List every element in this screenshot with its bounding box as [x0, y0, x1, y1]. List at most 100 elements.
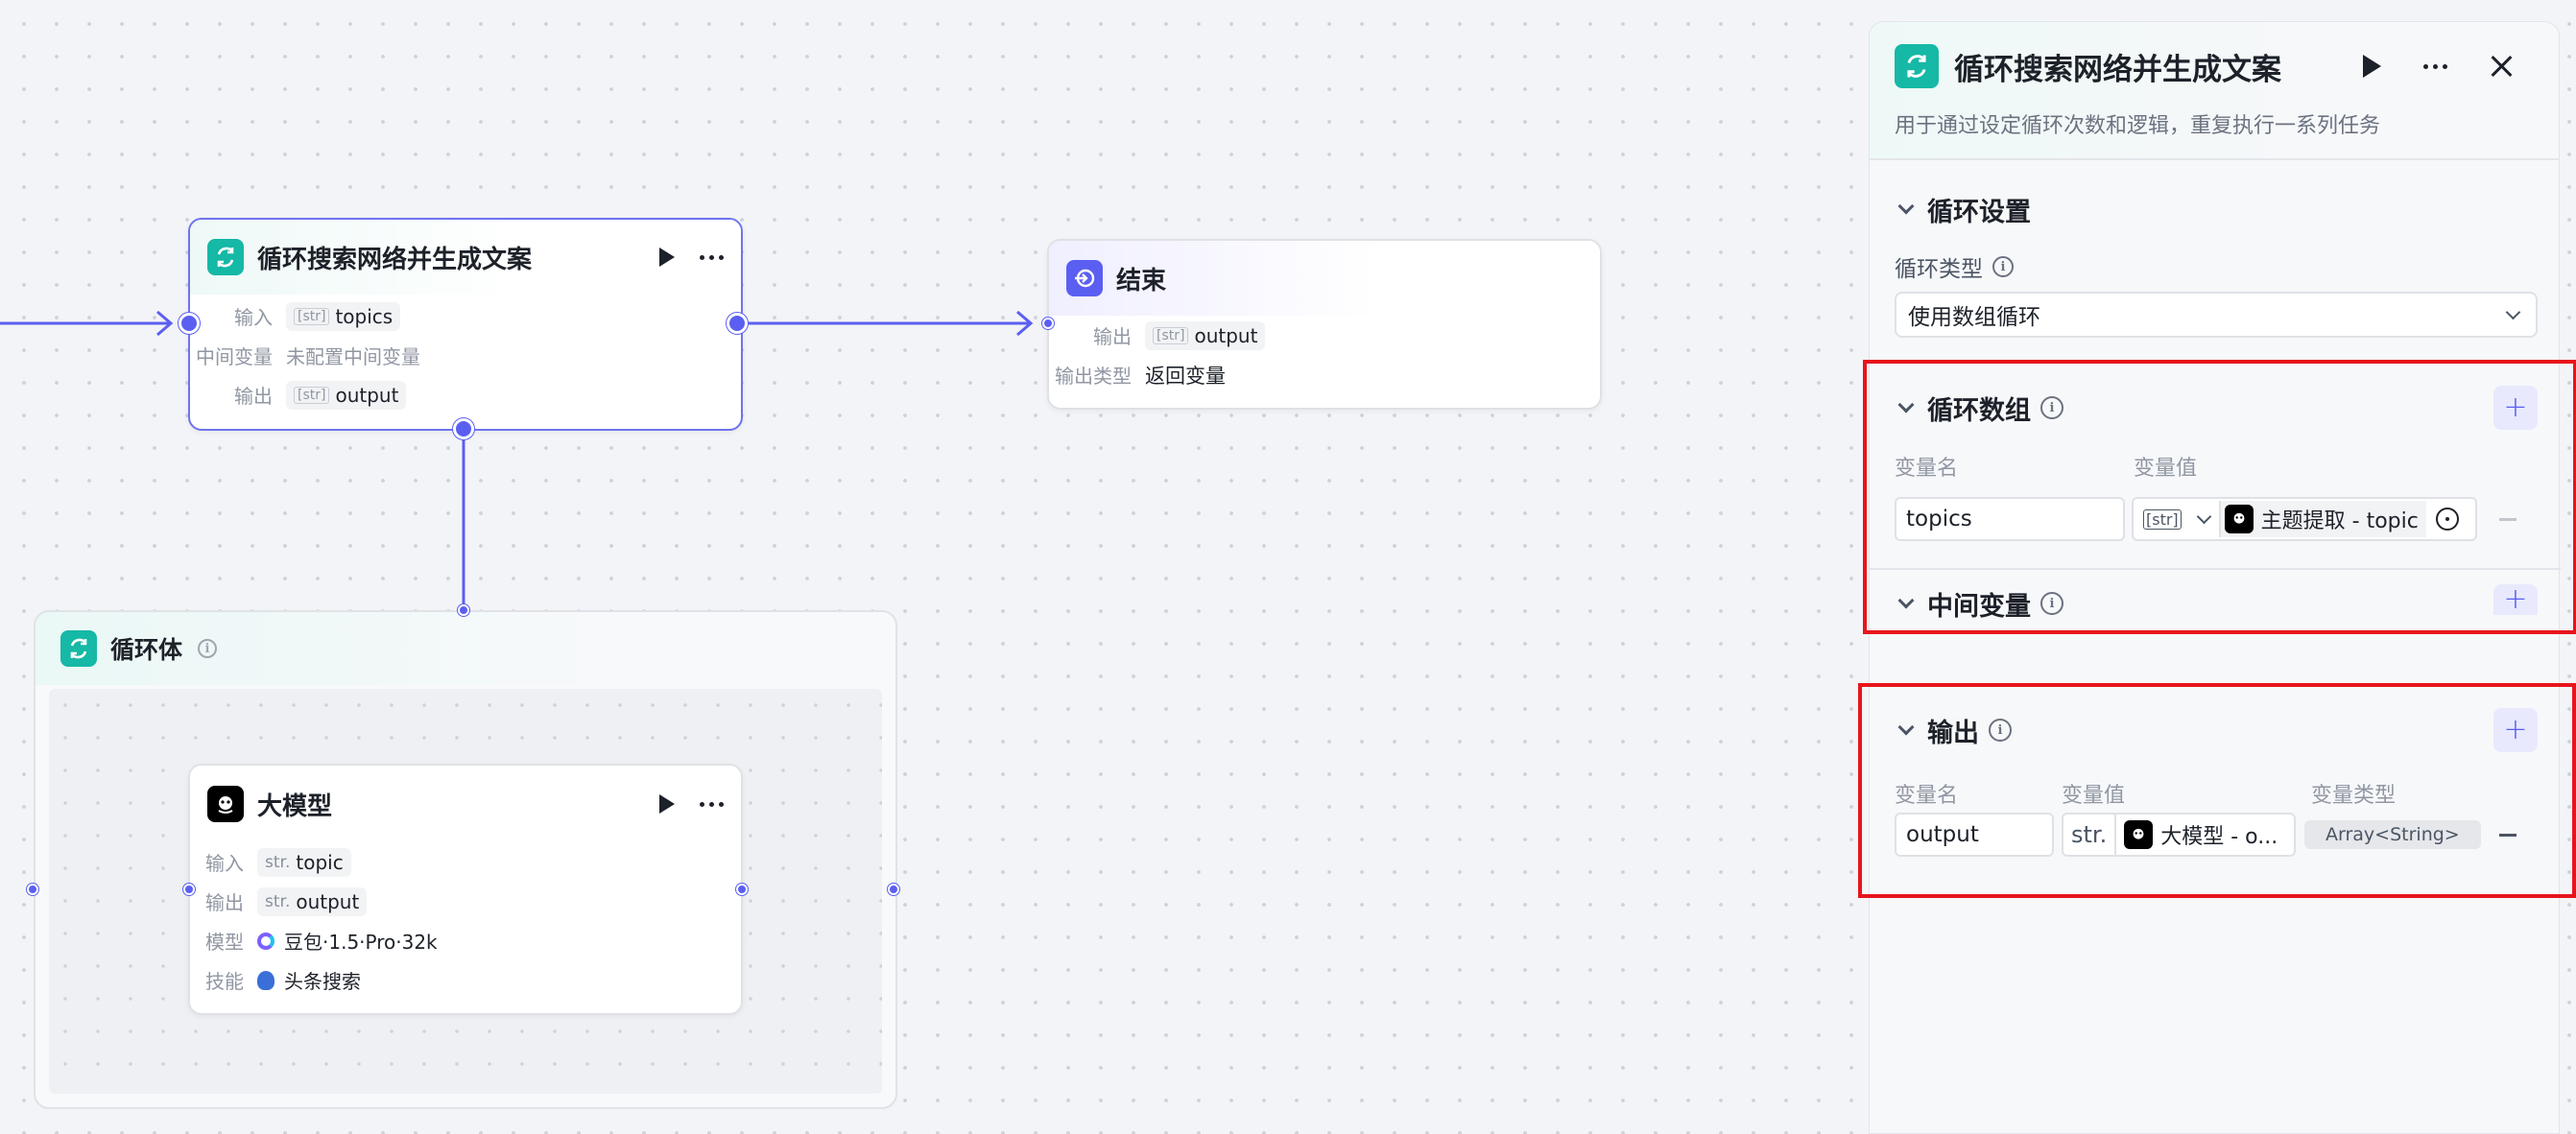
output-ref-text: 大模型 - o...: [2160, 825, 2278, 849]
loop-output-port[interactable]: [727, 313, 748, 334]
output-header[interactable]: 输出 i +: [1895, 708, 2538, 752]
llm-skill-label: 技能: [205, 970, 244, 993]
loop-node-title: 循环搜索网络并生成文案: [257, 245, 533, 274]
chevron-down-icon: [2505, 304, 2521, 319]
loop-array-header[interactable]: 循环数组 i +: [1895, 386, 2538, 430]
close-icon[interactable]: [2490, 55, 2513, 78]
llm-output-port[interactable]: [736, 884, 748, 895]
input-chip: [str] topics: [286, 301, 401, 331]
run-icon[interactable]: [659, 248, 675, 267]
chevron-down-icon: [2196, 508, 2211, 524]
loop-array-type-tag: [str]: [2143, 508, 2182, 530]
variable-picker-icon[interactable]: [2435, 508, 2459, 531]
more-icon[interactable]: [2423, 63, 2447, 69]
info-icon[interactable]: i: [1992, 256, 2014, 277]
run-icon[interactable]: [2363, 55, 2381, 78]
info-icon[interactable]: i: [2040, 592, 2063, 615]
loop-array-title: 循环数组: [1927, 395, 2031, 426]
loop-settings-title: 循环设置: [1927, 197, 2031, 227]
llm-icon: [207, 786, 244, 822]
output-chip: [str] output: [286, 380, 407, 410]
add-intermediate-button[interactable]: +: [2493, 584, 2538, 615]
loop-node[interactable]: 循环搜索网络并生成文案 输入 [str] topics 中间变量 未配置中间变量 …: [188, 218, 743, 431]
intermediate-label: 中间变量: [196, 345, 273, 368]
output-col-name: 变量名: [1895, 784, 1959, 808]
output-col-value: 变量值: [2062, 784, 2126, 808]
loop-type-select[interactable]: 使用数组循环: [1895, 292, 2538, 338]
loop-type-value: 使用数组循环: [1908, 305, 2040, 330]
loop-node-header: 循环搜索网络并生成文案: [190, 220, 741, 295]
output-type-select[interactable]: str.: [2063, 815, 2117, 855]
intermediate-value: 未配置中间变量: [286, 345, 420, 368]
loop-type-label: 循环类型: [1895, 257, 1983, 282]
loop-array-col-name: 变量名: [1895, 457, 1959, 481]
end-output-chip: [str] output: [1145, 320, 1266, 350]
more-icon[interactable]: [700, 801, 724, 807]
loop-body-port[interactable]: [453, 418, 474, 439]
more-icon[interactable]: [700, 254, 724, 260]
remove-output-button[interactable]: [2499, 834, 2516, 837]
info-icon[interactable]: i: [1989, 719, 2012, 742]
llm-icon: [2124, 820, 2154, 849]
llm-node-header: 大模型: [190, 766, 741, 842]
loop-body-header: 循环体 i: [36, 612, 895, 685]
llm-output-chip: str. output: [257, 886, 368, 916]
loop-array-var-name-input[interactable]: topics: [1895, 497, 2125, 541]
run-icon[interactable]: [659, 794, 675, 814]
llm-input-label: 输入: [205, 852, 244, 875]
add-output-button[interactable]: +: [2493, 708, 2538, 752]
loop-array-type-select[interactable]: [str]: [2134, 499, 2213, 539]
llm-node-title: 大模型: [257, 791, 333, 821]
loop-body-top-port[interactable]: [458, 604, 469, 616]
loop-body-icon: [60, 630, 97, 667]
loop-array-var-value[interactable]: [str] 主题提取 - topic: [2132, 497, 2477, 541]
end-input-port[interactable]: [1042, 318, 1054, 329]
end-output-type-label: 输出类型: [1055, 365, 1132, 388]
end-node[interactable]: 结束 输出 [str] output 输出类型 返回变量: [1047, 239, 1602, 410]
llm-input-chip: str. topic: [257, 847, 351, 877]
llm-output-label: 输出: [205, 891, 244, 914]
intermediate-title: 中间变量: [1927, 591, 2031, 622]
loop-array-ref-chip[interactable]: 主题提取 - topic: [2218, 501, 2426, 537]
panel-title: 循环搜索网络并生成文案: [1954, 52, 2281, 87]
loop-array-ref-text: 主题提取 - topic: [2260, 509, 2419, 533]
doubao-icon: [257, 932, 274, 950]
loop-body-title: 循环体: [110, 636, 183, 664]
chevron-down-icon: [1897, 396, 1915, 413]
remove-loop-array-button[interactable]: [2499, 518, 2516, 521]
panel-header: 循环搜索网络并生成文案 用于通过设定循环次数和逻辑，重复执行一系列任务: [1870, 22, 2559, 160]
info-icon[interactable]: i: [2040, 396, 2063, 419]
loop-body-left-port[interactable]: [27, 884, 38, 895]
end-output-type-value: 返回变量: [1145, 364, 1226, 388]
output-ref-chip[interactable]: 大模型 - o...: [2120, 816, 2286, 853]
output-type-tag: Array<String>: [2304, 820, 2481, 849]
chevron-down-icon: [1897, 198, 1915, 215]
panel-description: 用于通过设定循环次数和逻辑，重复执行一系列任务: [1895, 114, 2381, 138]
search-plugin-icon: [257, 970, 274, 990]
intermediate-header[interactable]: 中间变量 i +: [1895, 584, 2538, 623]
llm-icon: [2224, 505, 2254, 533]
chevron-down-icon: [1897, 719, 1915, 736]
divider: [1870, 568, 2561, 570]
output-var-value[interactable]: str. 大模型 - o...: [2062, 813, 2296, 857]
llm-input-port[interactable]: [183, 884, 195, 895]
add-loop-array-button[interactable]: +: [2493, 386, 2538, 430]
end-node-header: 结束: [1049, 241, 1600, 316]
end-output-label: 输出: [1093, 325, 1132, 348]
panel-loop-icon: [1895, 44, 1939, 88]
llm-skill-value: 头条搜索: [284, 970, 361, 993]
llm-node[interactable]: 大模型 输入 str. topic 输出 str. output 模型 豆包·1.5…: [188, 764, 743, 1015]
input-label: 输入: [234, 306, 273, 329]
output-var-name-input[interactable]: output: [1895, 813, 2054, 857]
output-title: 输出: [1927, 718, 1979, 748]
settings-panel: 循环搜索网络并生成文案 用于通过设定循环次数和逻辑，重复执行一系列任务 循环设置…: [1869, 21, 2561, 1134]
end-icon: [1066, 260, 1103, 296]
llm-model-label: 模型: [205, 931, 244, 954]
llm-model-value: 豆包·1.5·Pro·32k: [284, 931, 438, 954]
chevron-down-icon: [1897, 592, 1915, 609]
loop-body-right-port[interactable]: [888, 884, 899, 895]
loop-settings-header[interactable]: 循环设置: [1895, 190, 2538, 228]
loop-input-port[interactable]: [179, 313, 200, 334]
output-col-type: 变量类型: [2311, 784, 2397, 808]
info-icon[interactable]: i: [198, 639, 218, 658]
